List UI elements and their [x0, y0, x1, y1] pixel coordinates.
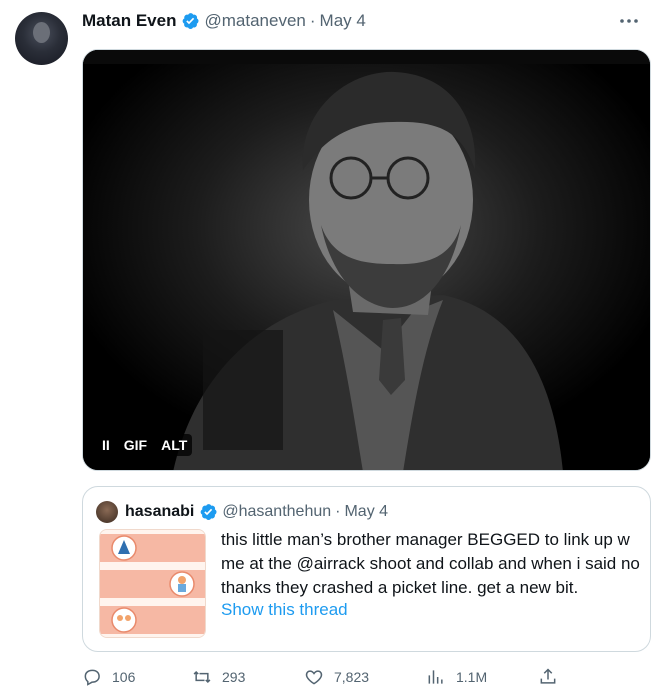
tweet-date[interactable]: May 4: [320, 11, 366, 31]
separator-dot: ·: [335, 503, 341, 520]
alt-text-button[interactable]: ALT: [156, 434, 193, 456]
like-button[interactable]: 7,823: [304, 664, 369, 690]
reply-button[interactable]: 106: [82, 664, 135, 690]
gif-frame-image: [83, 50, 650, 470]
separator-dot: ·: [309, 11, 316, 30]
heart-icon: [305, 670, 323, 685]
quoted-author-avatar: [96, 501, 118, 523]
retweet-icon: [193, 670, 211, 684]
reply-icon: [84, 669, 100, 686]
reply-count: 106: [112, 669, 136, 685]
quoted-tweet-date: May 4: [344, 503, 389, 520]
gif-badge: GIF: [118, 434, 153, 456]
retweet-count: 293: [222, 669, 246, 685]
share-button[interactable]: [538, 664, 558, 690]
views-button[interactable]: 1.1M: [426, 664, 487, 690]
verified-badge-icon: [183, 13, 200, 29]
views-chart-icon: [428, 670, 443, 684]
infographic-thumbnail-image: [100, 530, 205, 637]
quoted-author-handle: @hasanthehun: [222, 503, 332, 520]
media-badges: II GIF ALT: [97, 434, 193, 456]
author-avatar[interactable]: [15, 12, 68, 65]
quoted-media-thumbnail[interactable]: [99, 529, 206, 638]
pause-button[interactable]: II: [97, 434, 115, 456]
views-count: 1.1M: [456, 669, 488, 685]
gif-media[interactable]: II GIF ALT: [82, 49, 651, 471]
tweet-actions-bar: 106 293 7,823 1.1M: [82, 664, 562, 690]
quoted-tweet-header: hasanabi @hasanthehun · May 4: [125, 501, 388, 523]
share-icon: [540, 668, 556, 684]
tweet-header: Matan Even @mataneven · May 4: [82, 9, 642, 33]
quoted-tweet-card[interactable]: hasanabi @hasanthehun · May 4 this littl…: [82, 486, 651, 652]
author-handle[interactable]: @mataneven: [204, 11, 305, 31]
show-thread-link[interactable]: Show this thread: [221, 600, 348, 620]
quoted-author-display-name: hasanabi: [125, 503, 195, 520]
verified-badge-icon: [200, 504, 217, 520]
like-count: 7,823: [334, 669, 370, 685]
more-options-icon[interactable]: [616, 9, 642, 33]
author-display-name[interactable]: Matan Even: [82, 11, 176, 31]
retweet-button[interactable]: 293: [192, 664, 245, 690]
quoted-tweet-text: this little man’s brother manager BEGGED…: [221, 530, 640, 597]
